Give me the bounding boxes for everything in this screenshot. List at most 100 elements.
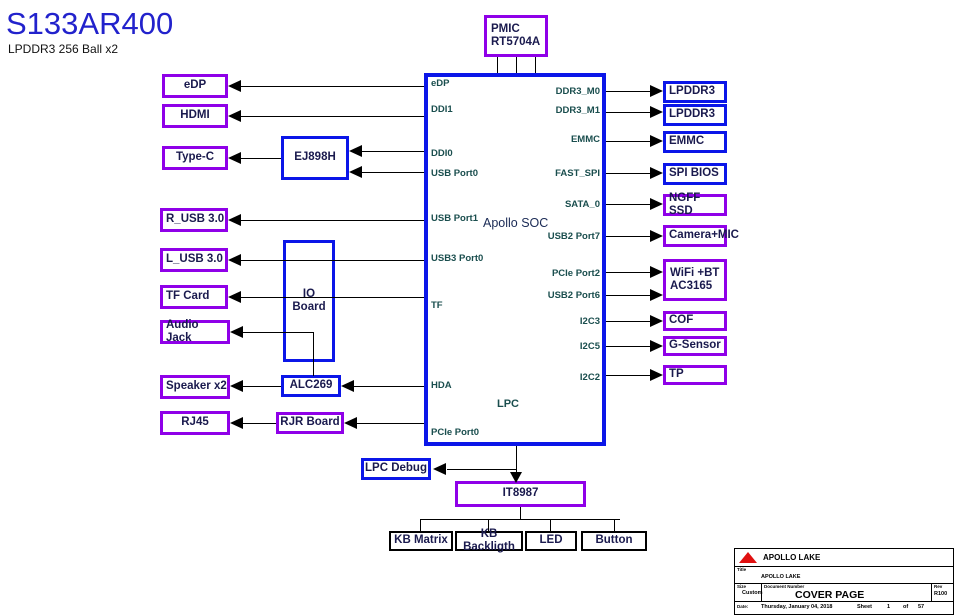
arrowhead-wifi-2 [650, 289, 663, 301]
block-wifi-bt-line2: AC3165 [670, 280, 713, 292]
wire-soc-edp [241, 86, 424, 87]
block-pmic[interactable]: PMIC RT5704A [484, 15, 548, 57]
pin-label-ddi1: DDI1 [431, 104, 453, 115]
block-audio-jack[interactable]: Audio Jack [160, 319, 230, 344]
arrowhead-typec [228, 152, 241, 164]
arrowhead-lpddr3-1 [650, 106, 663, 118]
wire-kb-backlight [488, 519, 489, 531]
pin-label-fast-spi: FAST_SPI [555, 168, 600, 179]
pin-label-i2c2: I2C2 [579, 372, 600, 383]
arrowhead-rj45 [230, 417, 243, 429]
block-speaker-x2[interactable]: Speaker x2 [160, 375, 230, 399]
titleblock-vsep-2 [931, 583, 932, 601]
titleblock-sep-3 [735, 601, 953, 602]
pin-label-usb2-port6: USB2 Port6 [547, 290, 600, 301]
wire-alc269-speaker [243, 386, 281, 387]
block-kb-backlight[interactable]: KB Backligth [455, 528, 523, 553]
titleblock-sheet-label: Sheet [857, 604, 872, 610]
block-wifi-bt[interactable]: WiFi +BT AC3165 [663, 259, 727, 301]
pin-label-i2c5: I2C5 [579, 341, 600, 352]
wire-usb2-port7 [606, 236, 650, 237]
pin-label-pcie-port0: PCIe Port0 [431, 427, 480, 438]
block-l-usb-30[interactable]: L_USB 3.0 [160, 248, 228, 272]
block-rjr-board[interactable]: RJR Board [276, 412, 344, 434]
titleblock-size-label: Size [737, 584, 747, 589]
block-lpddr3-0[interactable]: LPDDR3 [663, 81, 727, 103]
arrowhead-lpddr3-0 [650, 85, 663, 97]
arrowhead-lpc-debug [433, 463, 446, 475]
block-tf-card[interactable]: TF Card [160, 285, 228, 309]
arrowhead-usbport0 [349, 166, 362, 178]
title-block: APOLLO LAKE Title APOLLO LAKE Size Custo… [734, 548, 954, 615]
titleblock-rev-label: Rev [934, 584, 943, 589]
block-spi-bios[interactable]: SPI BIOS [663, 163, 727, 185]
wire-ddr3-m0 [606, 91, 650, 92]
titleblock-brand: APOLLO LAKE [763, 553, 821, 562]
block-kb-matrix[interactable]: KB Matrix [389, 531, 453, 551]
titleblock-vsep-1 [761, 583, 762, 601]
arrowhead-lusb [228, 254, 241, 266]
titleblock-sep-1 [735, 566, 953, 567]
block-button[interactable]: Button [581, 531, 647, 551]
block-edp[interactable]: eDP [162, 74, 228, 98]
arrowhead-rusb [228, 214, 241, 226]
block-type-c[interactable]: Type-C [162, 146, 228, 170]
block-ngff-ssd[interactable]: NGFF SSD [663, 192, 727, 217]
pin-label-ddi0: DDI0 [431, 148, 453, 159]
arrowhead-ddi0 [349, 145, 362, 157]
block-lpddr3-1[interactable]: LPDDR3 [663, 104, 727, 126]
soc-lpc-label: LPC [497, 398, 519, 410]
pin-label-edp: eDP [431, 78, 450, 89]
wire-soc-hdmi [241, 116, 424, 117]
schematic-canvas: S133AR400 LPDDR3 256 Ball x2 PMIC RT5704… [0, 0, 954, 615]
pin-label-sata-0: SATA_0 [564, 199, 600, 210]
arrowhead-spi-bios [650, 167, 663, 179]
wire-ec-bus-drop [520, 507, 521, 519]
block-g-sensor[interactable]: G-Sensor [663, 336, 727, 356]
wire-kb-matrix [420, 519, 421, 531]
block-pmic-line1: PMIC [491, 22, 520, 35]
block-camera-mic[interactable]: Camera+MIC [663, 225, 739, 247]
block-emmc[interactable]: EMMC [663, 131, 727, 153]
pin-label-pcie-port2: PCIe Port2 [551, 268, 600, 279]
arrowhead-emmc [650, 135, 663, 147]
block-led[interactable]: LED [525, 531, 577, 551]
wire-i2c3 [606, 321, 650, 322]
block-rj45[interactable]: RJ45 [160, 411, 230, 435]
block-ej898h[interactable]: EJ898H [281, 136, 349, 180]
arrowhead-cof [650, 315, 663, 327]
pin-label-usb-port0: USB Port0 [431, 168, 478, 179]
wire-soc-pcie0 [357, 423, 424, 424]
wire-emmc [606, 141, 650, 142]
wire-led [550, 519, 551, 531]
wire-soc-ddi0 [362, 151, 424, 152]
pin-label-hda: HDA [431, 380, 452, 391]
wire-soc-lusb [241, 260, 424, 261]
block-hdmi[interactable]: HDMI [162, 104, 228, 128]
block-it8987[interactable]: IT8987 [455, 481, 586, 507]
titleblock-rev-value: R100 [934, 591, 948, 597]
wire-rjr-rj45 [243, 423, 276, 424]
wire-ec-bus [420, 519, 620, 520]
block-r-usb-30[interactable]: R_USB 3.0 [160, 208, 228, 232]
block-pmic-line2: RT5704A [491, 36, 541, 48]
titleblock-date-label: Date: [737, 604, 749, 609]
titleblock-size-value: Custom [742, 590, 763, 596]
arrowhead-hda [341, 380, 354, 392]
arrowhead-hdmi [228, 110, 241, 122]
pin-label-i2c3: I2C3 [579, 316, 600, 327]
wire-i2c2 [606, 375, 650, 376]
wire-button [614, 519, 615, 531]
pin-label-ddr3-m0: DDR3_M0 [555, 86, 600, 97]
titleblock-docnum-value: COVER PAGE [795, 589, 865, 601]
block-io-board[interactable]: IO Board [283, 240, 335, 362]
wire-soc-rusb [241, 220, 424, 221]
arrowhead-tp [650, 369, 663, 381]
arrowhead-audiojack [230, 326, 243, 338]
pin-label-usb3-port0: USB3 Port0 [431, 253, 484, 264]
block-cof[interactable]: COF [663, 311, 727, 331]
block-tp[interactable]: TP [663, 365, 727, 385]
wire-soc-usbport0 [362, 172, 424, 173]
block-lpc-debug[interactable]: LPC Debug [361, 458, 431, 480]
block-alc269[interactable]: ALC269 [281, 375, 341, 397]
